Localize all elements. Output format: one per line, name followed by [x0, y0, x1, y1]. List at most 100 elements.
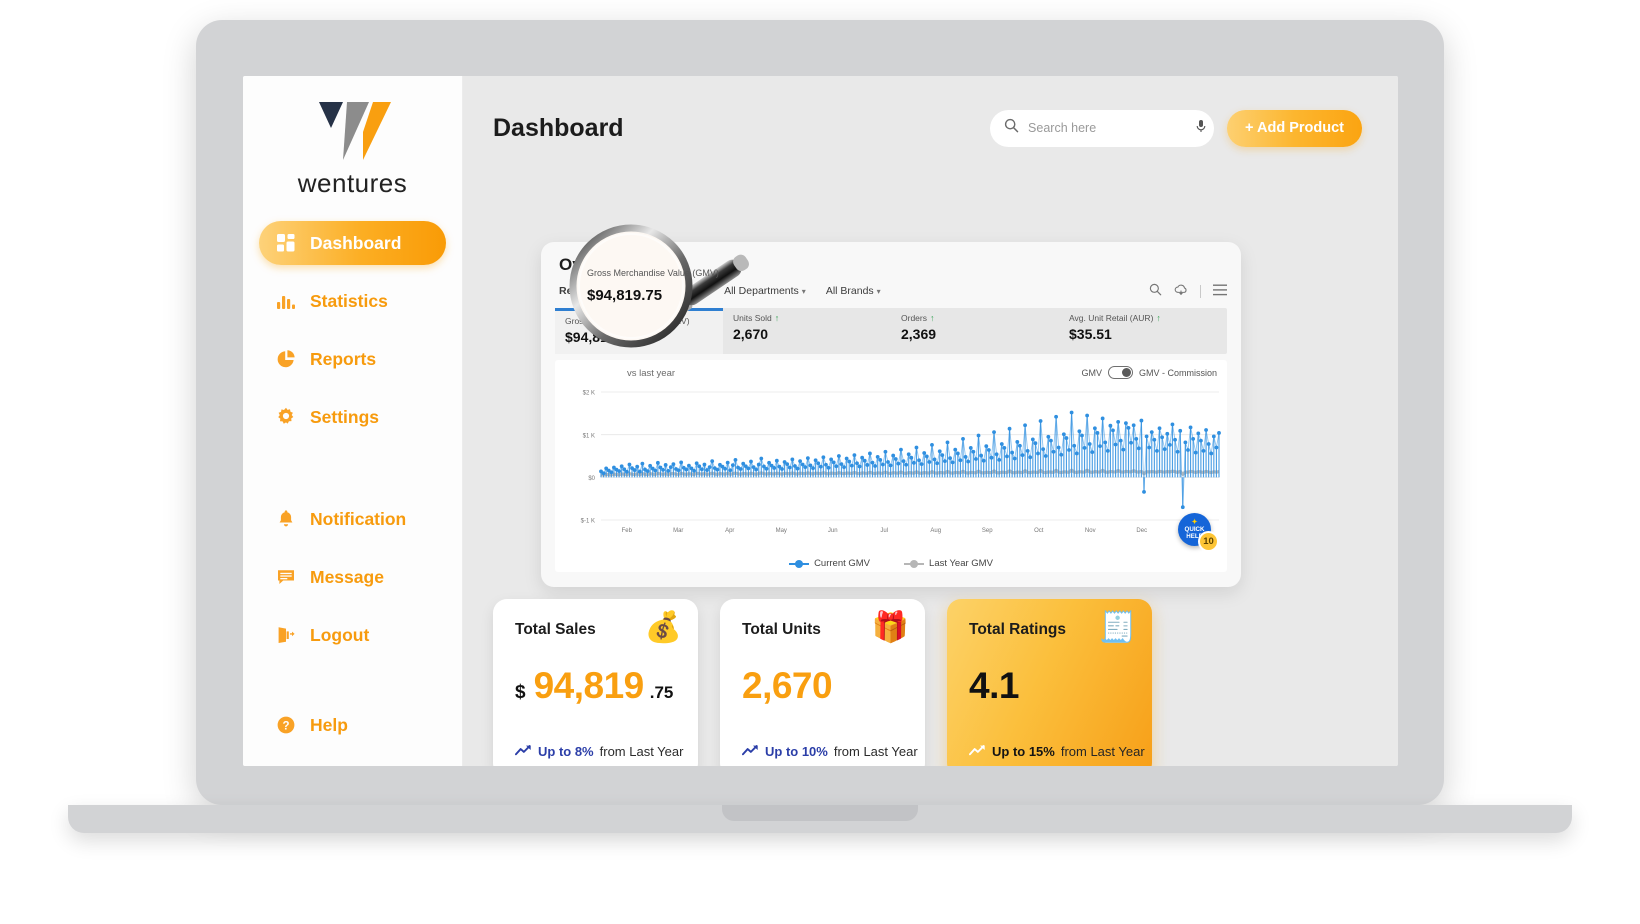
- sparkle-icon: ✦: [1191, 519, 1198, 526]
- sidebar-nav: Dashboard Statistics Reports Settings No…: [243, 221, 462, 747]
- filter-brands[interactable]: All Brands ▾: [826, 285, 881, 297]
- svg-text:Oct: Oct: [1034, 528, 1044, 534]
- kpi-label: Orders ↑: [901, 313, 935, 323]
- svg-text:$0: $0: [588, 476, 595, 482]
- gmv-chart: $2 K $1 K $0 $-1 K Feb Mar Apr May Jun Jul Aug Sep O…: [581, 391, 1221, 534]
- card-trend: Up to 8% from Last Year: [515, 744, 683, 759]
- trend-up-icon: ↑: [929, 313, 935, 323]
- sidebar-item-statistics[interactable]: Statistics: [259, 279, 446, 323]
- overview-card: Overview Refresh YTD ▾ Account ▾ All Depar…: [541, 242, 1241, 587]
- svg-text:Aug: Aug: [930, 528, 941, 534]
- legend-last-year-gmv: Last Year GMV: [904, 558, 993, 569]
- svg-text:Dec: Dec: [1136, 528, 1147, 534]
- bar-chart-icon: [275, 290, 297, 312]
- kpi-value: 2,369: [901, 326, 937, 342]
- legend-label: Last Year GMV: [929, 558, 993, 569]
- legend-swatch: [904, 559, 925, 568]
- trend-up-icon: [742, 744, 759, 759]
- microphone-icon[interactable]: [1195, 119, 1207, 138]
- legend-label: Current GMV: [814, 558, 871, 569]
- card-value: 4.1: [969, 665, 1134, 707]
- kpi-value: $35.51: [1069, 326, 1112, 342]
- kpi-value: 2,670: [733, 326, 769, 342]
- chevron-down-icon: ▾: [876, 287, 881, 296]
- sidebar-item-label: Help: [310, 714, 348, 735]
- card-value: 2,670: [742, 665, 907, 707]
- grid-icon: [275, 232, 297, 254]
- card-total-units: Total Units 🎁 2,670 Up to 10% from Last …: [720, 599, 925, 766]
- svg-text:Apr: Apr: [725, 528, 734, 534]
- sidebar-item-help[interactable]: ? Help: [259, 703, 446, 747]
- value-main: 4.1: [969, 665, 1019, 706]
- gmv-toggle[interactable]: GMV GMV - Commission: [1081, 366, 1217, 379]
- sidebar-item-label: Notification: [310, 508, 407, 529]
- gift-icon: 🎁: [871, 611, 909, 644]
- search-icon[interactable]: [1149, 283, 1162, 299]
- add-product-button[interactable]: + Add Product: [1227, 109, 1362, 147]
- trend-caption: from Last Year: [1060, 744, 1145, 759]
- svg-text:?: ?: [282, 721, 289, 733]
- trend-percent: Up to 10%: [765, 744, 828, 759]
- currency-symbol: $: [515, 682, 526, 703]
- help-icon: ?: [275, 714, 297, 736]
- trend-up-icon: ↑: [1156, 313, 1161, 323]
- kpi-value: $94,819.75: [565, 329, 636, 345]
- sidebar-item-dashboard[interactable]: Dashboard: [259, 221, 446, 265]
- chart-zone: vs last year GMV GMV - Commission $2 K $1…: [555, 360, 1227, 572]
- kpi-orders: Orders ↑ 2,369: [891, 308, 1059, 354]
- trend-caption: from Last Year: [833, 744, 918, 759]
- kpi-label: Avg. Unit Retail (AUR) ↑: [1069, 313, 1161, 323]
- list-icon[interactable]: [1213, 284, 1227, 299]
- kpi-gmv: Gross Merchandise Value (GMV) $94,819.75: [555, 308, 723, 354]
- legend-swatch: [789, 559, 810, 568]
- search-input[interactable]: [1028, 121, 1190, 135]
- svg-text:$1 K: $1 K: [583, 433, 595, 439]
- pie-chart-icon: [275, 348, 297, 370]
- toggle-switch[interactable]: [1107, 366, 1133, 379]
- card-total-ratings: Total Ratings 🧾 4.1 Up to 15% from Last …: [947, 599, 1152, 766]
- card-total-sales: Total Sales 💰 $ 94,819 .75 Up to 8% from…: [493, 599, 698, 766]
- sidebar-item-settings[interactable]: Settings: [259, 395, 446, 439]
- screenshot-root: wentures Dashboard Statistics Reports Se…: [0, 0, 1640, 924]
- value-main: 94,819: [533, 665, 645, 706]
- legend-current-gmv: Current GMV: [789, 558, 870, 569]
- laptop-notch: [722, 805, 918, 821]
- sidebar-item-logout[interactable]: Logout: [259, 613, 446, 657]
- sidebar-item-label: Statistics: [310, 290, 388, 311]
- sidebar-item-label: Reports: [310, 348, 377, 369]
- money-bag-icon: 💰: [644, 611, 682, 644]
- cloud-download-icon[interactable]: [1174, 283, 1188, 299]
- laptop-screen: wentures Dashboard Statistics Reports Se…: [243, 76, 1398, 766]
- sidebar-item-label: Logout: [310, 624, 370, 645]
- sidebar: wentures Dashboard Statistics Reports Se…: [243, 76, 463, 766]
- sidebar-item-label: Message: [310, 566, 384, 587]
- card-trend: Up to 15% from Last Year: [969, 744, 1145, 759]
- quick-help-badge[interactable]: ✦ QUICK HELP 10: [1178, 513, 1219, 552]
- overview-tools: [1149, 283, 1227, 299]
- search-box[interactable]: [990, 109, 1215, 147]
- filter-refresh[interactable]: Refresh: [559, 285, 598, 297]
- kpi-aur: Avg. Unit Retail (AUR) ↑ $35.51: [1059, 308, 1227, 354]
- trend-up-icon: [515, 744, 532, 759]
- trend-percent: Up to 15%: [992, 744, 1055, 759]
- filter-account[interactable]: Account ▾: [659, 285, 704, 297]
- filter-ytd[interactable]: YTD ▾: [611, 285, 639, 297]
- sidebar-item-notification[interactable]: Notification: [259, 497, 446, 541]
- sidebar-item-message[interactable]: Message: [259, 555, 446, 599]
- overview-filters: Refresh YTD ▾ Account ▾ All Departments ▾ A…: [541, 275, 1241, 299]
- svg-text:Mar: Mar: [673, 528, 683, 534]
- bell-icon: [275, 508, 297, 530]
- stat-cards: Total Sales 💰 $ 94,819 .75 Up to 8% from…: [493, 599, 1152, 766]
- chevron-down-icon: ▾: [700, 287, 705, 296]
- filter-departments[interactable]: All Departments ▾: [724, 285, 806, 297]
- kpi-strip: Gross Merchandise Value (GMV) $94,819.75…: [555, 308, 1227, 354]
- sidebar-item-reports[interactable]: Reports: [259, 337, 446, 381]
- value-decimal: .75: [649, 683, 674, 702]
- top-bar: Dashboard + Add Product: [463, 76, 1398, 180]
- card-value: $ 94,819 .75: [515, 665, 680, 707]
- value-main: 2,670: [742, 665, 833, 706]
- svg-text:$2 K: $2 K: [583, 391, 595, 397]
- toggle-right-label: GMV - Commission: [1138, 367, 1217, 378]
- wentures-logo-icon: [318, 102, 391, 160]
